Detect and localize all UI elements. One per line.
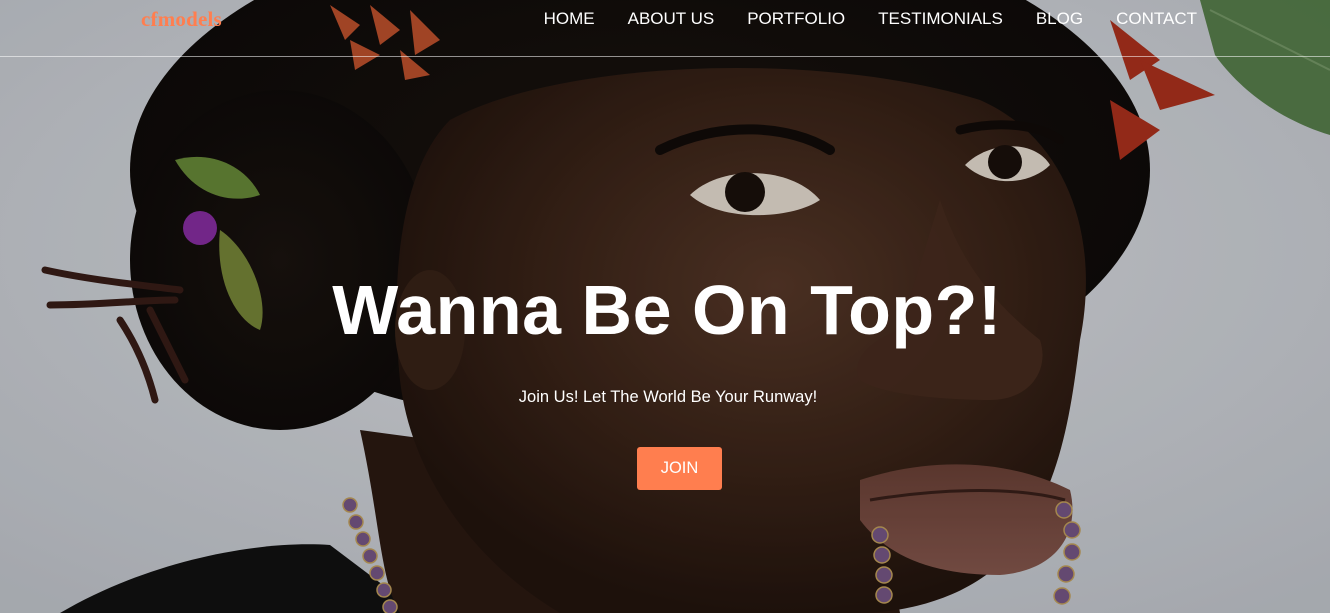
hero-subtitle: Join Us! Let The World Be Your Runway! xyxy=(518,388,818,406)
hero-title: Wanna Be On Top?! xyxy=(332,271,1002,349)
nav-item-about-us[interactable]: ABOUT US xyxy=(628,9,715,29)
nav-item-testimonials[interactable]: TESTIMONIALS xyxy=(878,9,1003,29)
nav-item-portfolio[interactable]: PORTFOLIO xyxy=(747,9,845,29)
nav-item-contact[interactable]: CONTACT xyxy=(1116,9,1197,29)
hero-section: cfmodels HOME ABOUT US PORTFOLIO TESTIMO… xyxy=(0,0,1330,613)
top-navbar: cfmodels HOME ABOUT US PORTFOLIO TESTIMO… xyxy=(0,0,1330,57)
join-button[interactable]: JOIN xyxy=(637,447,722,490)
nav-item-home[interactable]: HOME xyxy=(544,9,595,29)
brand-logo[interactable]: cfmodels xyxy=(141,7,222,32)
nav-menu: HOME ABOUT US PORTFOLIO TESTIMONIALS BLO… xyxy=(511,9,1197,29)
nav-item-blog[interactable]: BLOG xyxy=(1036,9,1083,29)
